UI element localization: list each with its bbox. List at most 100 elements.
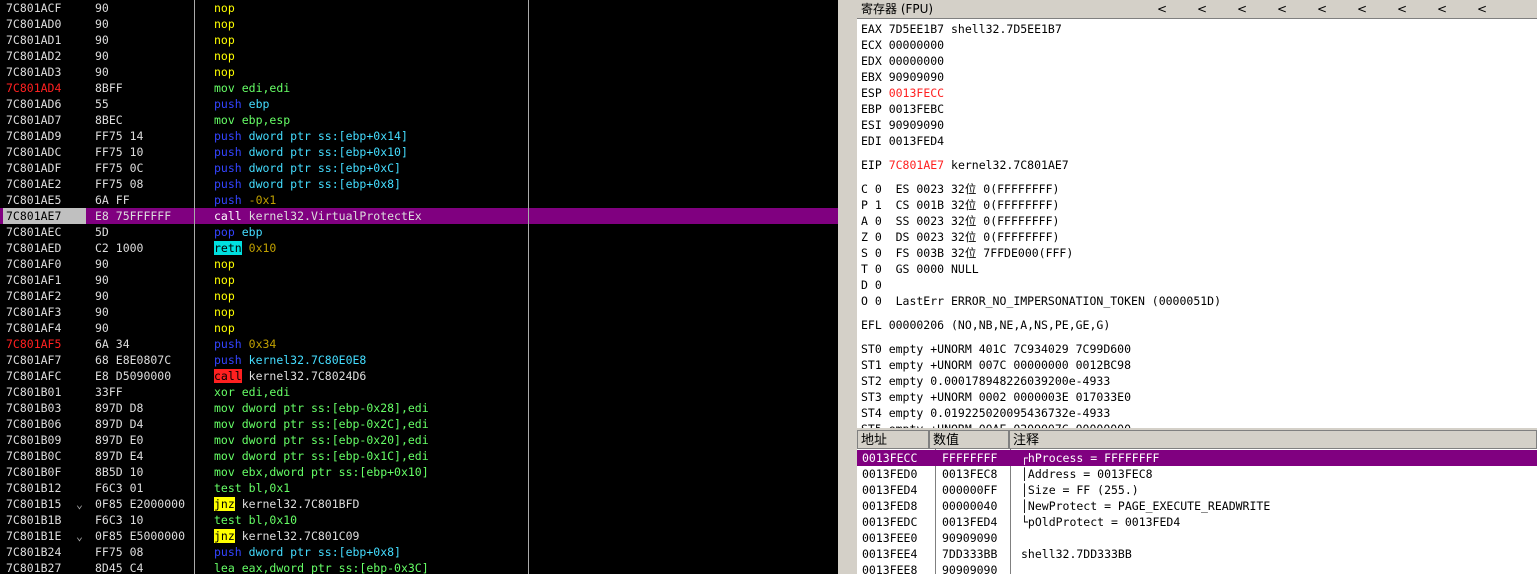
register-line[interactable]: EDX 00000000 bbox=[861, 53, 944, 69]
disasm-row[interactable]: 7C801AF4 90 nop bbox=[0, 320, 838, 336]
register-line[interactable]: EAX 7D5EE1B7 shell32.7D5EE1B7 bbox=[861, 21, 1062, 37]
disasm-row[interactable]: 7C801AED C2 1000 retn 0x10 bbox=[0, 240, 838, 256]
stack-row[interactable]: 0013FEE0 90909090 bbox=[857, 530, 1537, 546]
disasm-mnemonic: mov bbox=[214, 465, 235, 479]
disasm-row[interactable]: 7C801B1E ⌄ 0F85 E5000000 jnz kernel32.7C801… bbox=[0, 528, 838, 544]
pane-splitter[interactable] bbox=[838, 0, 857, 574]
register-line[interactable]: ST2 empty 0.000178948226039200e-4933 bbox=[861, 373, 1110, 389]
register-line[interactable]: EDI 0013FED4 bbox=[861, 133, 944, 149]
disasm-row[interactable]: 7C801AD3 90 nop bbox=[0, 64, 838, 80]
register-line[interactable]: P 1 CS 001B 32位 0(FFFFFFFF) bbox=[861, 197, 1059, 213]
disasm-row[interactable]: 7C801AD9 FF75 14 push dword ptr ss:[ebp+0x… bbox=[0, 128, 838, 144]
disasm-instruction: nop bbox=[214, 64, 235, 80]
register-line[interactable]: C 0 ES 0023 32位 0(FFFFFFFF) bbox=[861, 181, 1059, 197]
stack-row[interactable]: 0013FECC FFFFFFFF ┌hProcess = FFFFFFFF bbox=[857, 450, 1537, 466]
stack-comment: shell32.7DD333BB bbox=[1021, 547, 1132, 561]
disassembly-pane[interactable]: 7C801ACF 90 nop 7C801AD0 90 nop 7C801AD1 90 nop 7… bbox=[0, 0, 838, 574]
register-line[interactable]: Z 0 DS 0023 32位 0(FFFFFFFF) bbox=[861, 229, 1059, 245]
disasm-operands: 0x34 bbox=[248, 337, 277, 351]
disasm-row[interactable]: 7C801AFC E8 D5090000 call kernel32.7C8024D… bbox=[0, 368, 838, 384]
disasm-row[interactable]: 7C801B0F 8B5D 10 mov ebx,dword ptr ss:[ebp… bbox=[0, 464, 838, 480]
disasm-instruction: jnz kernel32.7C801C09 bbox=[214, 528, 359, 544]
disasm-row[interactable]: 7C801ADC FF75 10 push dword ptr ss:[ebp+0x… bbox=[0, 144, 838, 160]
register-line[interactable]: EBX 90909090 bbox=[861, 69, 944, 85]
scroll-left-icon[interactable]: < bbox=[1397, 0, 1407, 18]
stack-row[interactable]: 0013FEDC 0013FED4 └pOldProtect = 0013FED4 bbox=[857, 514, 1537, 530]
scroll-left-icon[interactable]: < bbox=[1277, 0, 1287, 18]
disasm-row[interactable]: 7C801AD1 90 nop bbox=[0, 32, 838, 48]
disasm-mnemonic: push bbox=[214, 337, 242, 351]
disasm-row[interactable]: 7C801AF7 68 E8E0807C push kernel32.7C80E0E… bbox=[0, 352, 838, 368]
register-line[interactable]: ST0 empty +UNORM 401C 7C934029 7C99D600 bbox=[861, 341, 1131, 357]
disasm-row[interactable]: 7C801B09 897D E0 mov dword ptr ss:[ebp-0x2… bbox=[0, 432, 838, 448]
disasm-hex: FF75 10 bbox=[95, 145, 144, 159]
stack-row[interactable]: 0013FEE4 7DD333BB shell32.7DD333BB bbox=[857, 546, 1537, 562]
disasm-row[interactable]: 7C801AF3 90 nop bbox=[0, 304, 838, 320]
scroll-left-icon[interactable]: < bbox=[1317, 0, 1327, 18]
disasm-mnemonic: pop bbox=[214, 225, 235, 239]
register-line[interactable]: EFL 00000206 (NO,NB,NE,A,NS,PE,GE,G) bbox=[861, 317, 1110, 333]
disasm-row[interactable]: 7C801AE5 6A FF push -0x1 bbox=[0, 192, 838, 208]
disasm-row[interactable]: 7C801B15 ⌄ 0F85 E2000000 jnz kernel32.7C801… bbox=[0, 496, 838, 512]
scroll-left-icon[interactable]: < bbox=[1197, 0, 1207, 18]
register-line[interactable]: EBP 0013FEBC bbox=[861, 101, 944, 117]
scroll-left-icon[interactable]: < bbox=[1437, 0, 1447, 18]
disasm-row[interactable]: 7C801AF2 90 nop bbox=[0, 288, 838, 304]
register-line[interactable]: ST3 empty +UNORM 0002 0000003E 017033E0 bbox=[861, 389, 1131, 405]
register-line[interactable]: O 0 LastErr ERROR_NO_IMPERSONATION_TOKEN… bbox=[861, 293, 1221, 309]
disasm-row[interactable]: 7C801AE2 FF75 08 push dword ptr ss:[ebp+0x… bbox=[0, 176, 838, 192]
scroll-left-icon[interactable]: < bbox=[1357, 0, 1367, 18]
stack-row[interactable]: 0013FED8 00000040 │NewProtect = PAGE_EXECU… bbox=[857, 498, 1537, 514]
stack-row[interactable]: 0013FED4 000000FF │Size = FF (255.) bbox=[857, 482, 1537, 498]
stack-row[interactable]: 0013FED0 0013FEC8 │Address = 0013FEC8 bbox=[857, 466, 1537, 482]
disasm-row[interactable]: 7C801AF0 90 nop bbox=[0, 256, 838, 272]
stack-header-value[interactable]: 数值 bbox=[929, 430, 1009, 449]
scroll-left-icon[interactable]: < bbox=[1477, 0, 1487, 18]
register-line[interactable]: ESI 90909090 bbox=[861, 117, 944, 133]
disasm-row[interactable]: 7C801AD6 55 push ebp bbox=[0, 96, 838, 112]
disasm-instruction: call kernel32.VirtualProtectEx bbox=[214, 208, 422, 224]
register-line[interactable]: ST5 empty +UNORM 00AE 0209007C 00000000 bbox=[861, 421, 1131, 428]
stack-pane[interactable]: 地址 数值 注释 0013FECC FFFFFFFF ┌hProcess = FFF… bbox=[857, 430, 1537, 574]
scroll-left-icon[interactable]: < bbox=[1237, 0, 1247, 18]
disasm-row[interactable]: 7C801B03 897D D8 mov dword ptr ss:[ebp-0x2… bbox=[0, 400, 838, 416]
disasm-row[interactable]: 7C801AD0 90 nop bbox=[0, 16, 838, 32]
disasm-row[interactable]: 7C801AD2 90 nop bbox=[0, 48, 838, 64]
stack-header-comment[interactable]: 注释 bbox=[1009, 430, 1537, 449]
register-line[interactable]: ECX 00000000 bbox=[861, 37, 944, 53]
disasm-row[interactable]: 7C801AD7 8BEC mov ebp,esp bbox=[0, 112, 838, 128]
registers-pane[interactable]: 寄存器 (FPU) < < < < < < < < < EAX 7D5EE1B7 shell32… bbox=[857, 0, 1537, 428]
register-line[interactable]: EIP 7C801AE7 kernel32.7C801AE7 bbox=[861, 157, 1069, 173]
register-line[interactable]: T 0 GS 0000 NULL bbox=[861, 261, 979, 277]
disasm-row[interactable]: 7C801B12 F6C3 01 test bl,0x1 bbox=[0, 480, 838, 496]
stack-row[interactable]: 0013FEE8 90909090 bbox=[857, 562, 1537, 574]
stack-header-address[interactable]: 地址 bbox=[857, 430, 929, 449]
disasm-row[interactable]: 7C801B0C 897D E4 mov dword ptr ss:[ebp-0x1… bbox=[0, 448, 838, 464]
disasm-row[interactable]: 7C801ACF 90 nop bbox=[0, 0, 838, 16]
disasm-mnemonic: push bbox=[214, 129, 242, 143]
disasm-row[interactable]: 7C801AF1 90 nop bbox=[0, 272, 838, 288]
disasm-row[interactable]: 7C801ADF FF75 0C push dword ptr ss:[ebp+0x… bbox=[0, 160, 838, 176]
disasm-row[interactable]: 7C801AEC 5D pop ebp bbox=[0, 224, 838, 240]
disasm-hex: 8D45 C4 bbox=[95, 561, 144, 574]
scroll-left-icon[interactable]: < bbox=[1157, 0, 1167, 18]
disasm-row[interactable]: 7C801AE7 E8 75FFFFFF call kernel32.Virtual… bbox=[0, 208, 838, 224]
disasm-row[interactable]: 7C801B1B F6C3 10 test bl,0x10 bbox=[0, 512, 838, 528]
disasm-row[interactable]: 7C801B24 FF75 08 push dword ptr ss:[ebp+0x… bbox=[0, 544, 838, 560]
register-line[interactable]: ST4 empty 0.019225020095436732e-4933 bbox=[861, 405, 1110, 421]
disasm-row[interactable]: 7C801B27 8D45 C4 lea eax,dword ptr ss:[ebp… bbox=[0, 560, 838, 574]
register-line[interactable]: A 0 SS 0023 32位 0(FFFFFFFF) bbox=[861, 213, 1059, 229]
disasm-row[interactable]: 7C801AD4 8BFF mov edi,edi bbox=[0, 80, 838, 96]
stack-comment: │Address = 0013FEC8 bbox=[1021, 467, 1153, 481]
disasm-operands: 0x10 bbox=[248, 241, 277, 255]
register-line[interactable]: S 0 FS 003B 32位 7FFDE000(FFF) bbox=[861, 245, 1073, 261]
disasm-row[interactable]: 7C801B06 897D D4 mov dword ptr ss:[ebp-0x2… bbox=[0, 416, 838, 432]
register-line[interactable]: ESP 0013FECC bbox=[861, 85, 944, 101]
register-line[interactable]: ST1 empty +UNORM 007C 00000000 0012BC98 bbox=[861, 357, 1131, 373]
disasm-row[interactable]: 7C801AF5 6A 34 push 0x34 bbox=[0, 336, 838, 352]
disasm-row[interactable]: 7C801B01 33FF xor edi,edi bbox=[0, 384, 838, 400]
disasm-mnemonic: nop bbox=[214, 33, 235, 47]
disasm-mnemonic: nop bbox=[214, 305, 235, 319]
register-line[interactable]: D 0 bbox=[861, 277, 882, 293]
disasm-hex: 90 bbox=[95, 321, 109, 335]
